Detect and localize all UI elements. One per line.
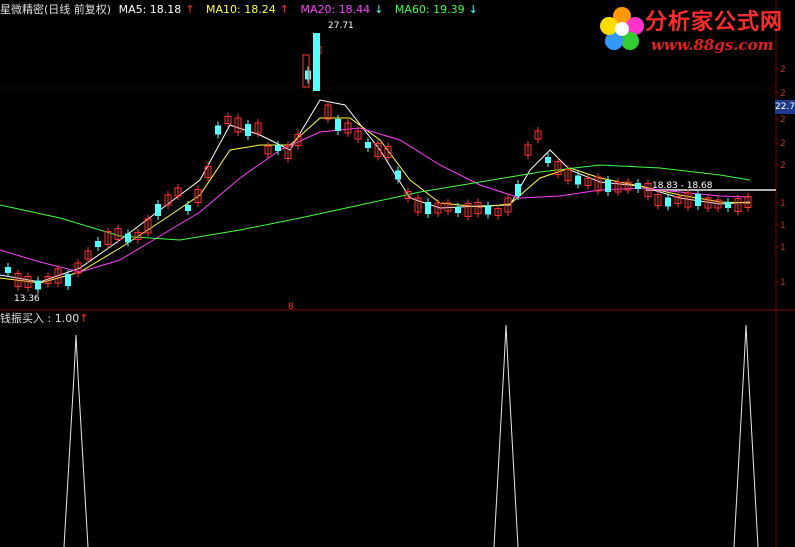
candle-body (95, 241, 101, 247)
candle-body (245, 124, 251, 136)
candle-body (65, 274, 71, 286)
candle-body (635, 183, 641, 189)
candle-body (125, 233, 131, 243)
candle-body (515, 184, 521, 196)
axis-tick-label: 1 (780, 199, 786, 209)
candle-body (695, 194, 701, 206)
logo-url: www.88gs.com (651, 36, 774, 54)
axis-tick-label: 1 (780, 278, 786, 288)
candle-body (305, 70, 311, 80)
indicator-header: 钱振买入 : 1.00↑ (0, 312, 88, 326)
candle-body (275, 145, 281, 151)
axis-tick-label: 2 (780, 139, 786, 149)
candle-body (485, 205, 491, 215)
candle-body (215, 125, 221, 135)
logo-title: 分析家公式网 (645, 10, 784, 35)
axis-tick-label: 2 (780, 65, 786, 75)
candle-body (155, 204, 161, 216)
candle-body (395, 170, 401, 180)
chart-canvas[interactable]: 2 2 2 2 2 1 1 1 1 27.71 13.36 18.83 - 18.68 8 (0, 0, 795, 547)
buy-signal-spike (63, 334, 89, 547)
buy-signal-spike (733, 324, 759, 547)
indicator-label: 钱振买入 : 1.00 (0, 312, 80, 325)
axis-tick-label: 2 (780, 89, 786, 99)
candle-body (575, 175, 581, 185)
indicator-arrow: ↑ (79, 312, 89, 325)
candle-body (605, 180, 611, 192)
ma60-value: MA60: 19.39 ↓ (394, 3, 478, 16)
axis-tick-label: 2 (780, 115, 786, 125)
range-label: 18.83 - 18.68 (652, 181, 713, 191)
candle-body (185, 205, 191, 211)
candle-body (335, 119, 341, 131)
ma10-value: MA10: 18.24 ↑ (206, 3, 289, 16)
high-price-label: 27.71 (328, 21, 354, 31)
ma5-value: MA5: 18.18 ↑ (118, 3, 195, 16)
flower-logo-icon (600, 7, 644, 50)
candle-body (425, 202, 431, 214)
axis-tick-label: 1 (780, 243, 786, 253)
current-price-tag: 22.7 (775, 100, 795, 114)
ma60-line (0, 164, 751, 241)
candle-body (35, 280, 41, 290)
stock-title: 星微精密(日线 前复权) (0, 3, 112, 16)
candle-body (725, 202, 731, 208)
bar-marker: 8 (288, 302, 294, 312)
chart-header: 星微精密(日线 前复权) MA5: 18.18 ↑ MA10: 18.24 ↑ MA… (0, 3, 486, 17)
candle-body (665, 197, 671, 207)
site-logo: 分析家公式网 www.88gs.com (595, 0, 795, 60)
ma20-value: MA20: 18.44 ↓ (300, 3, 384, 16)
candle-body (365, 142, 371, 148)
ma10-line (0, 117, 751, 284)
spike-candle (313, 33, 320, 91)
buy-signal-spike (493, 324, 519, 547)
candle-body (545, 157, 551, 163)
low-price-label: 13.36 (14, 294, 40, 304)
candle-body (5, 267, 11, 273)
candle-body (455, 207, 461, 213)
axis-tick-label: 1 (780, 221, 786, 231)
axis-tick-label: 2 (780, 161, 786, 171)
